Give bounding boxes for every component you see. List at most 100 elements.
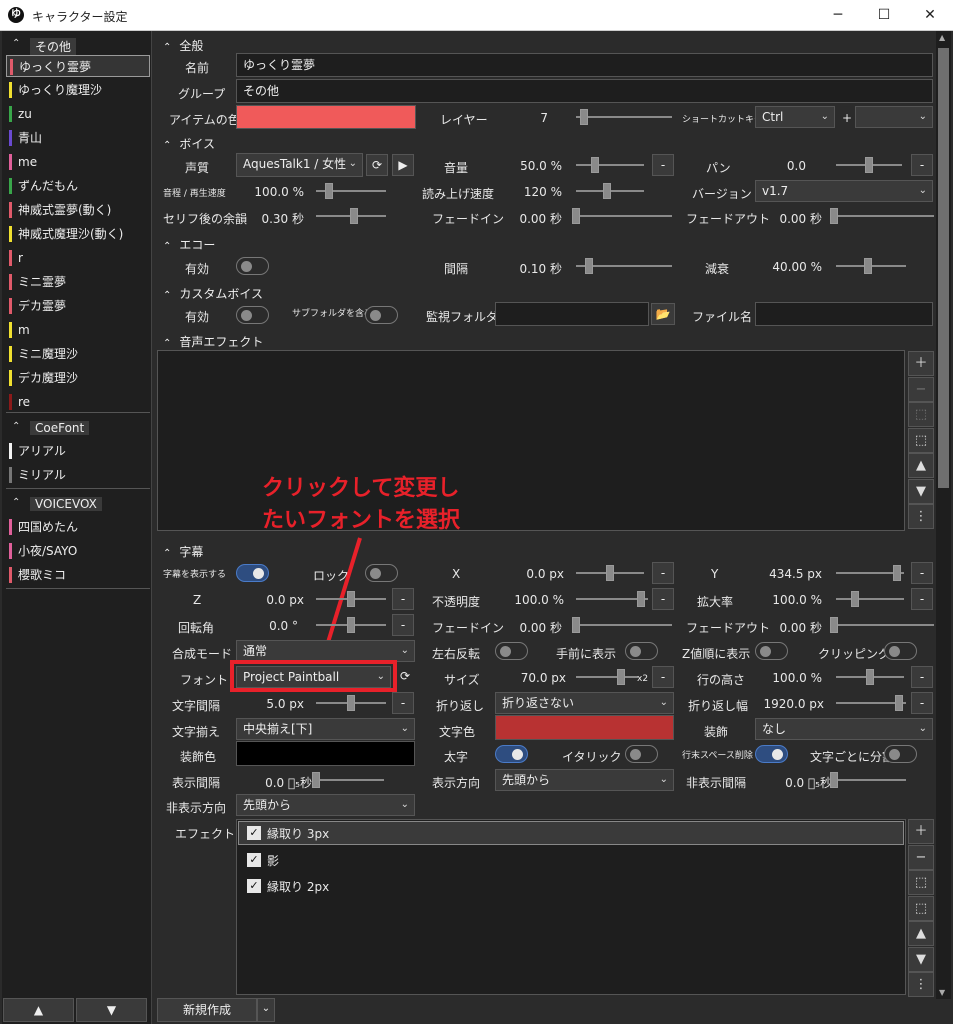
show-direction-dropdown[interactable]: 先頭から ⌄ xyxy=(495,769,674,791)
sidebar-item[interactable]: me xyxy=(6,151,150,173)
hide-direction-dropdown[interactable]: 先頭から ⌄ xyxy=(236,794,415,816)
zorder-toggle[interactable] xyxy=(755,642,788,660)
slider-thumb[interactable] xyxy=(830,772,838,788)
slider-thumb[interactable] xyxy=(637,591,645,607)
lock-toggle[interactable] xyxy=(365,564,398,582)
sidebar-item[interactable]: デカ魔理沙 xyxy=(6,367,150,389)
move-down-icon[interactable]: ▼ xyxy=(908,946,934,972)
slider-thumb[interactable] xyxy=(617,669,625,685)
sidebar-item[interactable]: 櫻歌ミコ xyxy=(6,564,150,586)
save-icon[interactable]: ⬚ xyxy=(908,427,934,453)
scroll-down-icon[interactable]: ▼ xyxy=(939,988,945,997)
show-subtitle-toggle[interactable] xyxy=(236,564,269,582)
shortcut-modifier-dropdown[interactable]: Ctrl ⌄ xyxy=(755,106,835,128)
clipping-toggle[interactable] xyxy=(884,642,917,660)
slider-thumb[interactable] xyxy=(606,565,614,581)
move-up-button[interactable]: ▲ xyxy=(3,998,74,1022)
letter-spacing-minus-button[interactable]: - xyxy=(392,692,414,714)
new-character-button[interactable]: 新規作成 xyxy=(157,998,257,1022)
wrap-width-minus-button[interactable]: - xyxy=(911,692,933,714)
sidebar-item[interactable]: zu xyxy=(6,103,150,125)
slider-thumb[interactable] xyxy=(866,669,874,685)
pan-slider[interactable] xyxy=(836,155,902,175)
sidebar-item[interactable]: ミニ霊夢 xyxy=(6,271,150,293)
save-as-icon[interactable]: ⬚ xyxy=(908,870,934,895)
section-custom-voice[interactable]: ⌃ カスタムボイス xyxy=(163,285,263,302)
show-interval-slider[interactable] xyxy=(312,770,384,790)
sidebar-item[interactable]: 青山 xyxy=(6,127,150,149)
pan-minus-button[interactable]: - xyxy=(911,154,933,176)
folder-icon[interactable]: 📂 xyxy=(651,303,675,325)
split-char-toggle[interactable] xyxy=(884,745,917,763)
refresh-icon[interactable]: ⟳ xyxy=(394,666,416,688)
slider-thumb[interactable] xyxy=(851,591,859,607)
version-dropdown[interactable]: v1.7 ⌄ xyxy=(755,180,933,202)
group-header-other[interactable]: ⌃ その他 xyxy=(6,35,152,57)
more-icon[interactable]: ⋮ xyxy=(908,972,934,997)
sidebar-item[interactable]: m xyxy=(6,319,150,341)
scale-slider[interactable] xyxy=(836,589,904,609)
remove-icon[interactable]: − xyxy=(908,376,934,402)
more-icon[interactable]: ⋮ xyxy=(908,504,934,529)
slider-thumb[interactable] xyxy=(585,258,593,274)
scroll-thumb[interactable] xyxy=(938,48,949,488)
slider-thumb[interactable] xyxy=(865,157,873,173)
slider-thumb[interactable] xyxy=(572,617,580,633)
decoration-dropdown[interactable]: なし ⌄ xyxy=(755,718,933,740)
voice-engine-dropdown[interactable]: AquesTalk1 / 女性 ⌄ xyxy=(236,153,363,177)
slider-thumb[interactable] xyxy=(830,617,838,633)
y-slider[interactable] xyxy=(836,563,904,583)
checkbox[interactable]: ✓ xyxy=(247,879,261,893)
sidebar-item[interactable]: r xyxy=(6,247,150,269)
speed-slider[interactable] xyxy=(576,181,644,201)
pitch-slider[interactable] xyxy=(316,181,386,201)
wrap-width-slider[interactable] xyxy=(836,693,906,713)
main-scrollbar[interactable]: ▲ ▼ xyxy=(936,31,951,999)
item-color-swatch[interactable] xyxy=(236,105,416,129)
remove-icon[interactable]: − xyxy=(908,844,934,870)
group-header-coefont[interactable]: ⌃ CoeFont xyxy=(6,418,152,440)
subfolder-toggle[interactable] xyxy=(365,306,398,324)
slider-thumb[interactable] xyxy=(893,565,901,581)
x-minus-button[interactable]: - xyxy=(652,562,674,584)
bold-toggle[interactable] xyxy=(495,745,528,763)
wrap-dropdown[interactable]: 折り返さない ⌄ xyxy=(495,692,674,714)
checkbox[interactable]: ✓ xyxy=(247,852,261,867)
trim-space-toggle[interactable] xyxy=(755,745,788,763)
group-header-voicevox[interactable]: ⌃ VOICEVOX xyxy=(6,494,152,516)
size-slider[interactable] xyxy=(576,667,638,687)
opacity-slider[interactable] xyxy=(576,589,648,609)
scale-minus-button[interactable]: - xyxy=(911,588,933,610)
slider-thumb[interactable] xyxy=(572,208,580,224)
add-icon[interactable]: ＋ xyxy=(908,351,934,376)
sidebar-item[interactable]: 四国めたん xyxy=(6,516,150,538)
scroll-up-icon[interactable]: ▲ xyxy=(939,33,945,42)
sidebar-item[interactable]: 神威式魔理沙(動く) xyxy=(6,223,150,245)
sidebar-item[interactable]: ゆっくり魔理沙 xyxy=(6,79,150,101)
save-icon[interactable]: ⬚ xyxy=(908,895,934,921)
layer-slider[interactable] xyxy=(576,107,672,127)
slider-thumb[interactable] xyxy=(325,183,333,199)
letter-spacing-slider[interactable] xyxy=(316,693,386,713)
italic-toggle[interactable] xyxy=(625,745,658,763)
shortcut-key-dropdown[interactable]: ⌄ xyxy=(855,106,933,128)
echo-decay-slider[interactable] xyxy=(836,256,906,276)
z-minus-button[interactable]: - xyxy=(392,588,414,610)
volume-minus-button[interactable]: - xyxy=(652,154,674,176)
z-slider[interactable] xyxy=(316,589,386,609)
align-dropdown[interactable]: 中央揃え[下] ⌄ xyxy=(236,718,415,740)
group-field[interactable]: その他 xyxy=(236,79,933,103)
opacity-minus-button[interactable]: - xyxy=(652,588,674,610)
effect-list[interactable] xyxy=(236,819,906,995)
checkbox[interactable]: ✓ xyxy=(247,826,261,840)
custom-enabled-toggle[interactable] xyxy=(236,306,269,324)
slider-thumb[interactable] xyxy=(347,617,355,633)
blend-mode-dropdown[interactable]: 通常 ⌄ xyxy=(236,640,415,662)
sidebar-item[interactable]: デカ霊夢 xyxy=(6,295,150,317)
slider-thumb[interactable] xyxy=(603,183,611,199)
slider-thumb[interactable] xyxy=(350,208,358,224)
sidebar-item[interactable]: アリアル xyxy=(6,440,150,462)
slider-thumb[interactable] xyxy=(864,258,872,274)
add-icon[interactable]: ＋ xyxy=(908,819,934,844)
size-minus-button[interactable]: - xyxy=(652,666,674,688)
